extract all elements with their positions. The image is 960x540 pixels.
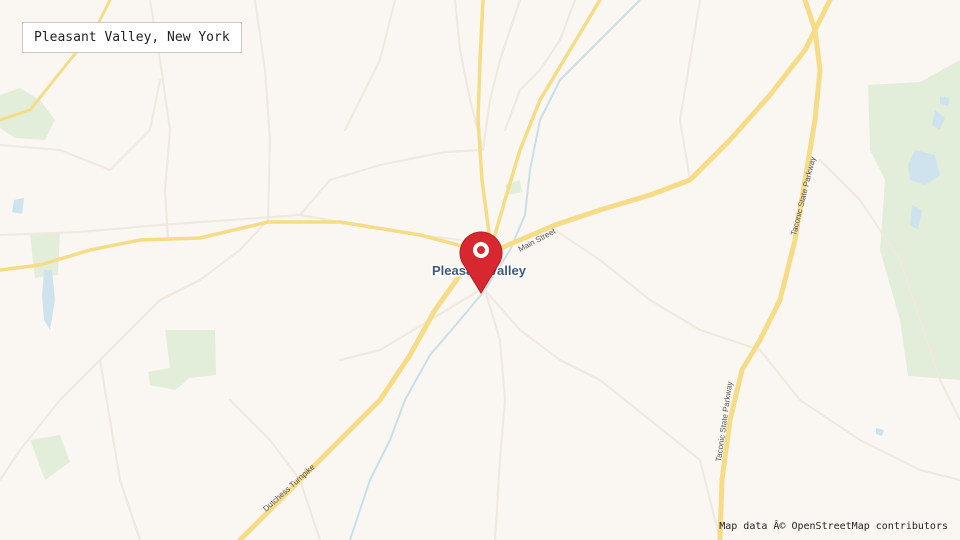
map-attribution[interactable]: Map data Â© OpenStreetMap contributors [719,521,948,532]
map-canvas[interactable]: Main Street Dutchess Turnpike Taconic St… [0,0,960,540]
location-title: Pleasant Valley, New York [22,22,242,53]
